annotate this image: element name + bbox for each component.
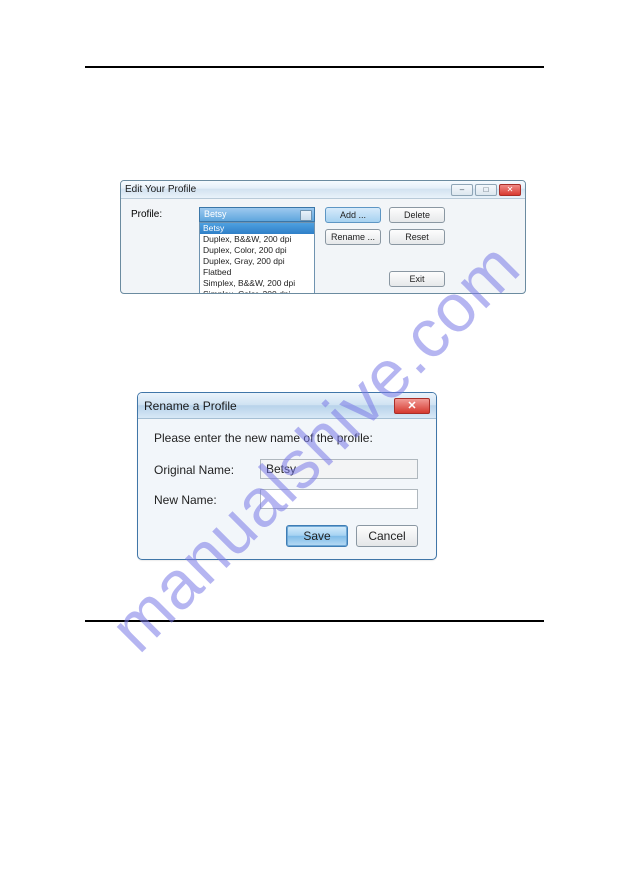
list-item[interactable]: Duplex, B&&W, 200 dpi	[200, 234, 314, 245]
rename-profile-title: Rename a Profile	[144, 399, 237, 413]
list-item[interactable]: Flatbed	[200, 267, 314, 278]
list-item[interactable]: Simplex, Color, 200 dpi	[200, 289, 314, 294]
edit-profile-titlebar: Edit Your Profile – □ ✕	[121, 181, 525, 199]
add-button[interactable]: Add ...	[325, 207, 381, 223]
original-name-field: Betsy	[260, 459, 418, 479]
list-item[interactable]: Simplex, B&&W, 200 dpi	[200, 278, 314, 289]
divider-top	[85, 66, 544, 68]
rename-button[interactable]: Rename ...	[325, 229, 381, 245]
profile-combobox[interactable]: Betsy	[199, 207, 315, 222]
profile-dropdown-list[interactable]: Betsy Duplex, B&&W, 200 dpi Duplex, Colo…	[199, 222, 315, 294]
edit-profile-title: Edit Your Profile	[125, 184, 196, 195]
delete-button[interactable]: Delete	[389, 207, 445, 223]
close-button[interactable]: ✕	[499, 184, 521, 196]
profile-label: Profile:	[131, 209, 162, 220]
divider-bottom	[85, 620, 544, 622]
close-button[interactable]: ✕	[394, 398, 430, 414]
list-item[interactable]: Betsy	[200, 223, 314, 234]
cancel-button[interactable]: Cancel	[356, 525, 418, 547]
rename-prompt: Please enter the new name of the profile…	[154, 431, 373, 445]
maximize-button[interactable]: □	[475, 184, 497, 196]
exit-button[interactable]: Exit	[389, 271, 445, 287]
save-button[interactable]: Save	[286, 525, 348, 547]
new-name-input[interactable]	[260, 489, 418, 509]
rename-profile-titlebar: Rename a Profile ✕	[138, 393, 436, 419]
list-item[interactable]: Duplex, Color, 200 dpi	[200, 245, 314, 256]
new-name-label: New Name:	[154, 493, 217, 507]
list-item[interactable]: Duplex, Gray, 200 dpi	[200, 256, 314, 267]
edit-profile-dialog: Edit Your Profile – □ ✕ Profile: Betsy B…	[120, 180, 526, 294]
minimize-button[interactable]: –	[451, 184, 473, 196]
original-name-label: Original Name:	[154, 463, 234, 477]
profile-combobox-value: Betsy	[204, 209, 227, 219]
rename-profile-dialog: Rename a Profile ✕ Please enter the new …	[137, 392, 437, 560]
reset-button[interactable]: Reset	[389, 229, 445, 245]
